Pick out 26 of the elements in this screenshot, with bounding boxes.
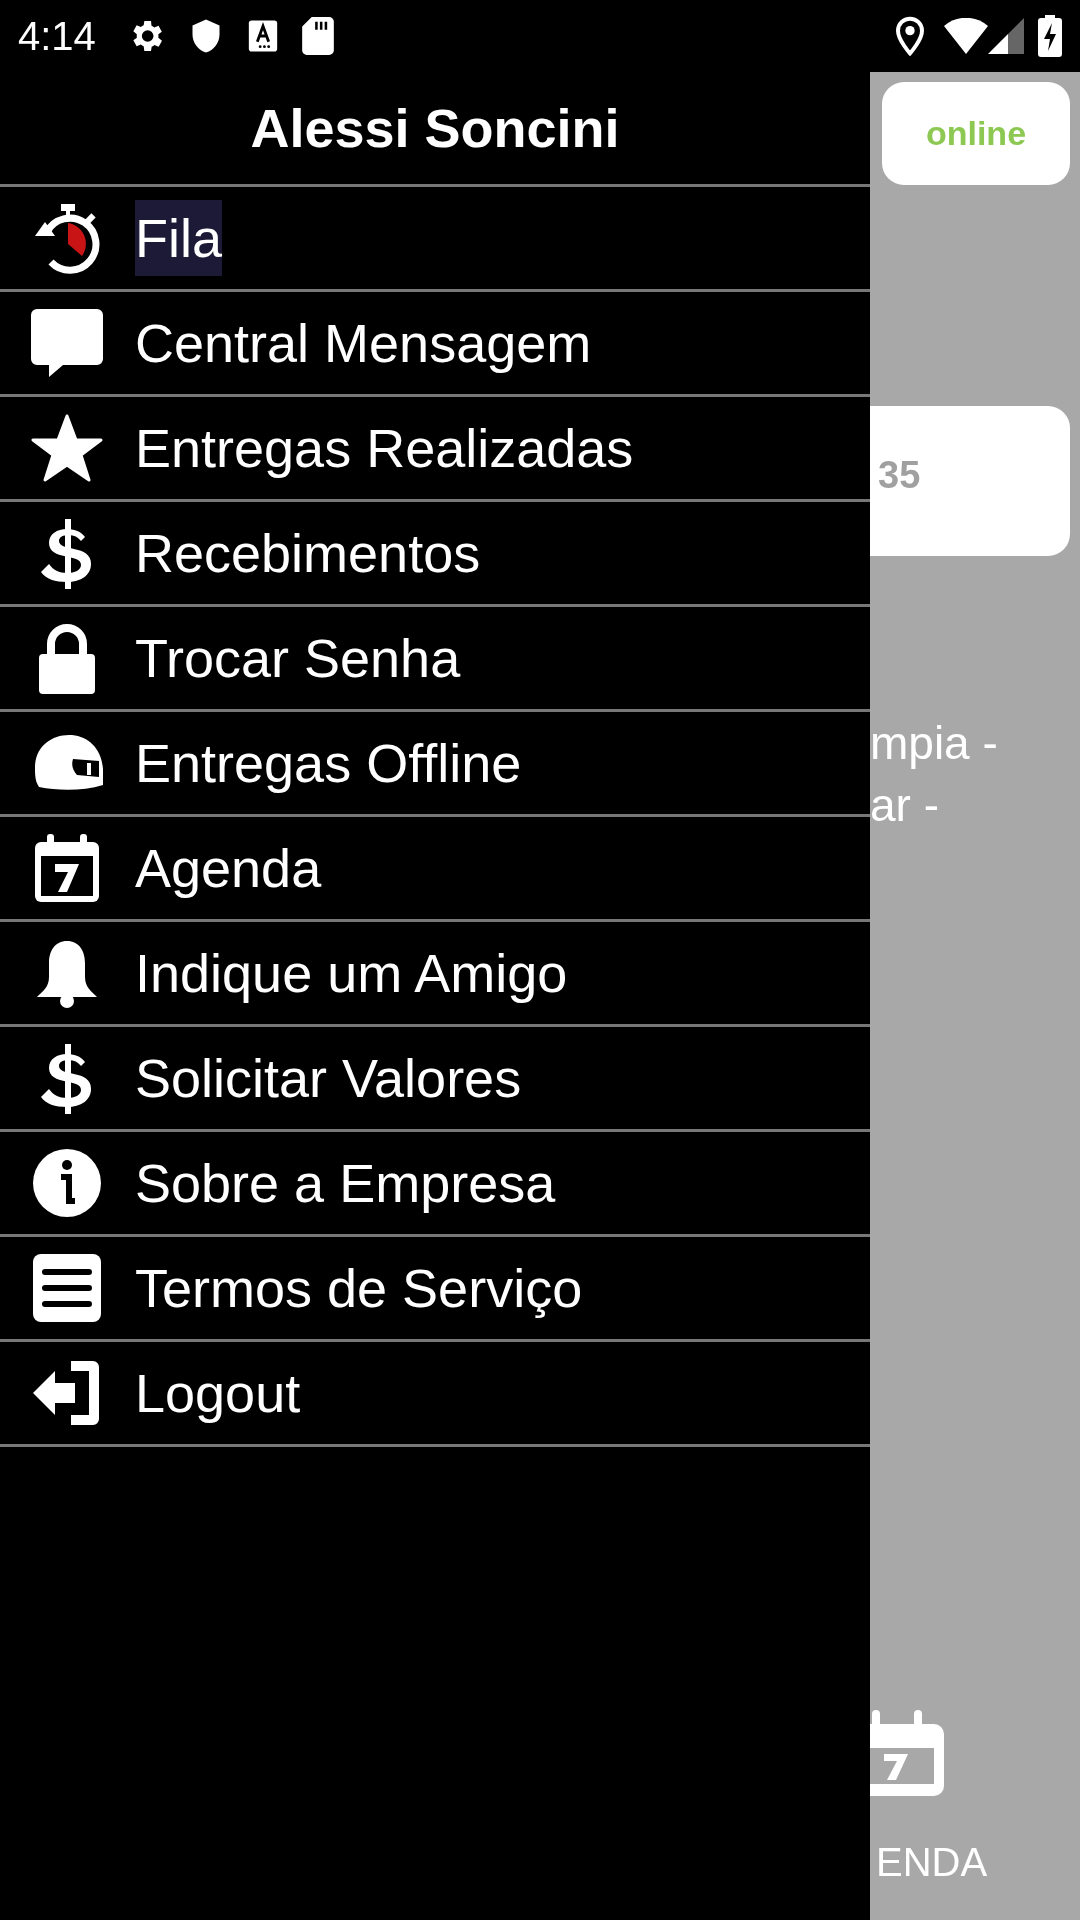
drawer-title: Alessi Soncini xyxy=(250,96,620,160)
card-value: 35 xyxy=(878,456,921,494)
status-time: 4:14 xyxy=(18,13,96,60)
speech-bubble-icon xyxy=(31,307,103,379)
signal-icon xyxy=(988,18,1024,54)
address-text: mpia - xyxy=(870,716,998,771)
menu-item[interactable]: Recebimentos xyxy=(135,515,481,591)
menu-item[interactable]: Central Mensagem xyxy=(135,305,592,381)
menu-item[interactable]: Trocar Senha xyxy=(135,620,461,696)
list-icon xyxy=(31,1252,103,1324)
menu-item[interactable]: Logout xyxy=(135,1355,301,1431)
info-icon xyxy=(31,1147,103,1219)
menu-item[interactable]: Termos de Serviço xyxy=(135,1250,583,1326)
location-icon xyxy=(894,16,926,56)
menu-item[interactable]: Sobre a Empresa xyxy=(135,1145,556,1221)
menu-item[interactable]: Solicitar Valores xyxy=(135,1040,522,1116)
calendar-icon xyxy=(870,1710,946,1798)
battery-icon xyxy=(1038,15,1062,57)
menu-item[interactable]: Indique um Amigo xyxy=(135,935,568,1011)
sd-card-icon xyxy=(301,17,334,55)
menu-item[interactable]: Entregas Offline xyxy=(135,725,522,801)
star-icon xyxy=(31,412,103,484)
menu-item[interactable]: Entregas Realizadas xyxy=(135,410,634,486)
address-text: ar - xyxy=(870,778,940,833)
menu-item[interactable]: Fila xyxy=(135,200,222,276)
menu-item[interactable]: Agenda xyxy=(135,830,322,906)
